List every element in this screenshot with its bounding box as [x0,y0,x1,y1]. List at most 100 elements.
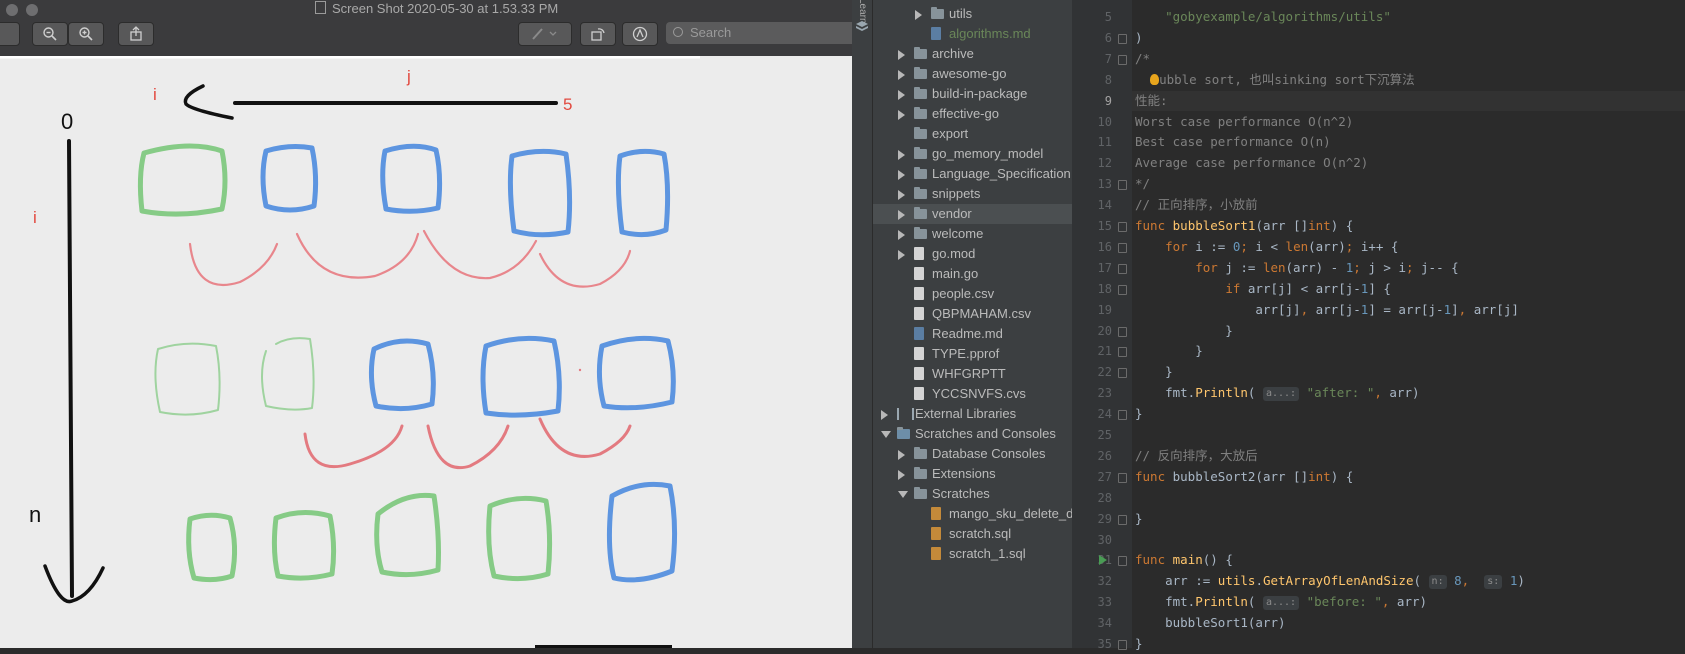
fold-marker-icon[interactable] [1118,33,1127,44]
fold-marker-icon[interactable] [1118,514,1127,525]
fold-marker-icon[interactable] [1118,556,1127,567]
search-input[interactable]: Search [666,22,852,44]
tree-item[interactable]: go_memory_model [873,144,1072,164]
expand-arrow-icon[interactable] [915,10,922,20]
code-editor[interactable]: "gobyexample/algorithms/utils") /* ubble … [1132,0,1685,651]
code-line: Worst case performance O(n^2) [1135,113,1354,129]
tree-item[interactable]: algorithms.md [873,24,1072,44]
line-number: 24 [1097,407,1112,422]
expand-arrow-icon[interactable] [898,70,905,80]
fold-marker-icon[interactable] [1118,284,1127,295]
close-window-button[interactable] [6,4,18,16]
markup-toolbar-button[interactable] [622,22,658,46]
markup-pen-button[interactable] [518,22,572,46]
fold-marker-icon[interactable] [1118,472,1127,483]
expand-arrow-icon[interactable] [898,50,905,60]
code-line: 性能: [1135,92,1168,108]
folder-icon [914,467,927,479]
tree-item[interactable]: archive [873,44,1072,64]
tree-item-label: algorithms.md [949,26,1031,41]
expand-arrow-icon[interactable] [898,110,905,120]
tree-item[interactable]: scratch_1.sql [873,544,1072,564]
expand-arrow-icon[interactable] [898,190,905,200]
fold-marker-icon[interactable] [1118,242,1127,253]
tree-item[interactable]: WHFGRPTT [873,364,1072,384]
code-line: } [1135,510,1143,526]
fold-marker-icon[interactable] [1118,326,1127,337]
code-line: for j := len(arr) - 1; j > i; j-- { [1195,259,1459,275]
tree-item[interactable]: Readme.md [873,324,1072,344]
tree-item[interactable]: Extensions [873,464,1072,484]
tree-item[interactable]: External Libraries [873,404,1072,424]
tree-item-label: effective-go [932,106,999,121]
code-line: } [1135,343,1203,359]
tree-item[interactable]: QBPMAHAM.csv [873,304,1072,324]
share-button[interactable] [118,22,154,46]
tree-item[interactable]: main.go [873,264,1072,284]
tree-item[interactable]: Scratches [873,484,1072,504]
fold-marker-icon[interactable] [1118,180,1127,191]
row1-boxes [137,143,671,238]
zoom-in-icon [79,27,93,41]
expand-arrow-icon[interactable] [898,470,905,480]
rotate-button[interactable] [580,22,616,46]
tree-item[interactable]: vendor [873,204,1072,224]
collapse-arrow-icon[interactable] [881,431,891,438]
line-number: 21 [1097,344,1112,359]
expand-arrow-icon[interactable] [881,410,888,420]
expand-arrow-icon[interactable] [898,90,905,100]
minimize-window-button[interactable] [26,4,38,16]
code-line: if arr[j] < arr[j-1] { [1225,280,1391,296]
tree-item[interactable]: Database Consoles [873,444,1072,464]
tree-item[interactable]: snippets [873,184,1072,204]
fold-marker-icon[interactable] [1118,54,1127,65]
tree-item[interactable]: people.csv [873,284,1072,304]
tree-item[interactable]: effective-go [873,104,1072,124]
expand-arrow-icon[interactable] [898,450,905,460]
tree-item[interactable]: YCCSNVFS.cvs [873,384,1072,404]
folder-icon [914,447,927,459]
tree-item[interactable]: awesome-go [873,64,1072,84]
code-line: /* [1135,50,1151,66]
preview-titlebar: Screen Shot 2020-05-30 at 1.53.33 PM Sea… [0,0,852,57]
tree-item[interactable]: mango_sku_delete_du [873,504,1072,524]
tree-item-label: export [932,126,969,141]
learn-tab[interactable]: Learn [856,0,868,24]
fold-marker-icon[interactable] [1118,222,1127,232]
code-line: for i := 0; i < len(arr); i++ { [1165,238,1399,254]
code-line: func bubbleSort2(arr []int) { [1135,468,1354,484]
expand-arrow-icon[interactable] [898,150,905,160]
line-number: 13 [1097,177,1112,192]
expand-arrow-icon[interactable] [898,230,905,240]
expand-arrow-icon[interactable] [898,210,905,220]
run-icon[interactable] [1099,555,1107,566]
file-icon [914,287,924,300]
tree-item[interactable]: Scratches and Consoles [873,424,1072,444]
tree-item[interactable]: build-in-package [873,84,1072,104]
label-n: n [29,502,41,527]
fold-marker-icon[interactable] [1118,640,1127,650]
tree-item[interactable]: scratch.sql [873,524,1072,544]
tree-item[interactable]: export [873,124,1072,144]
collapse-arrow-icon[interactable] [898,491,908,498]
line-number: 30 [1097,532,1112,547]
tree-item[interactable]: TYPE.pprof [873,344,1072,364]
zoom-out-button[interactable] [32,22,68,46]
folder-icon [914,87,927,99]
fold-marker-icon[interactable] [1118,263,1127,274]
vertical-arrow-head [43,564,105,604]
markdown-file-icon [914,327,924,340]
expand-arrow-icon[interactable] [898,170,905,180]
code-line: "gobyexample/algorithms/utils" [1165,9,1391,24]
sidebar-toggle-button[interactable] [0,22,20,46]
code-line: // 反向排序，大放后 [1135,447,1258,463]
tree-item[interactable]: utils [873,4,1072,24]
fold-marker-icon[interactable] [1118,347,1127,358]
zoom-in-button[interactable] [68,22,104,46]
fold-marker-icon[interactable] [1118,410,1127,421]
fold-marker-icon[interactable] [1118,368,1127,379]
tree-item[interactable]: welcome [873,224,1072,244]
expand-arrow-icon[interactable] [898,250,905,260]
tree-item[interactable]: Language_Specification [873,164,1072,184]
tree-item[interactable]: go.mod [873,244,1072,264]
